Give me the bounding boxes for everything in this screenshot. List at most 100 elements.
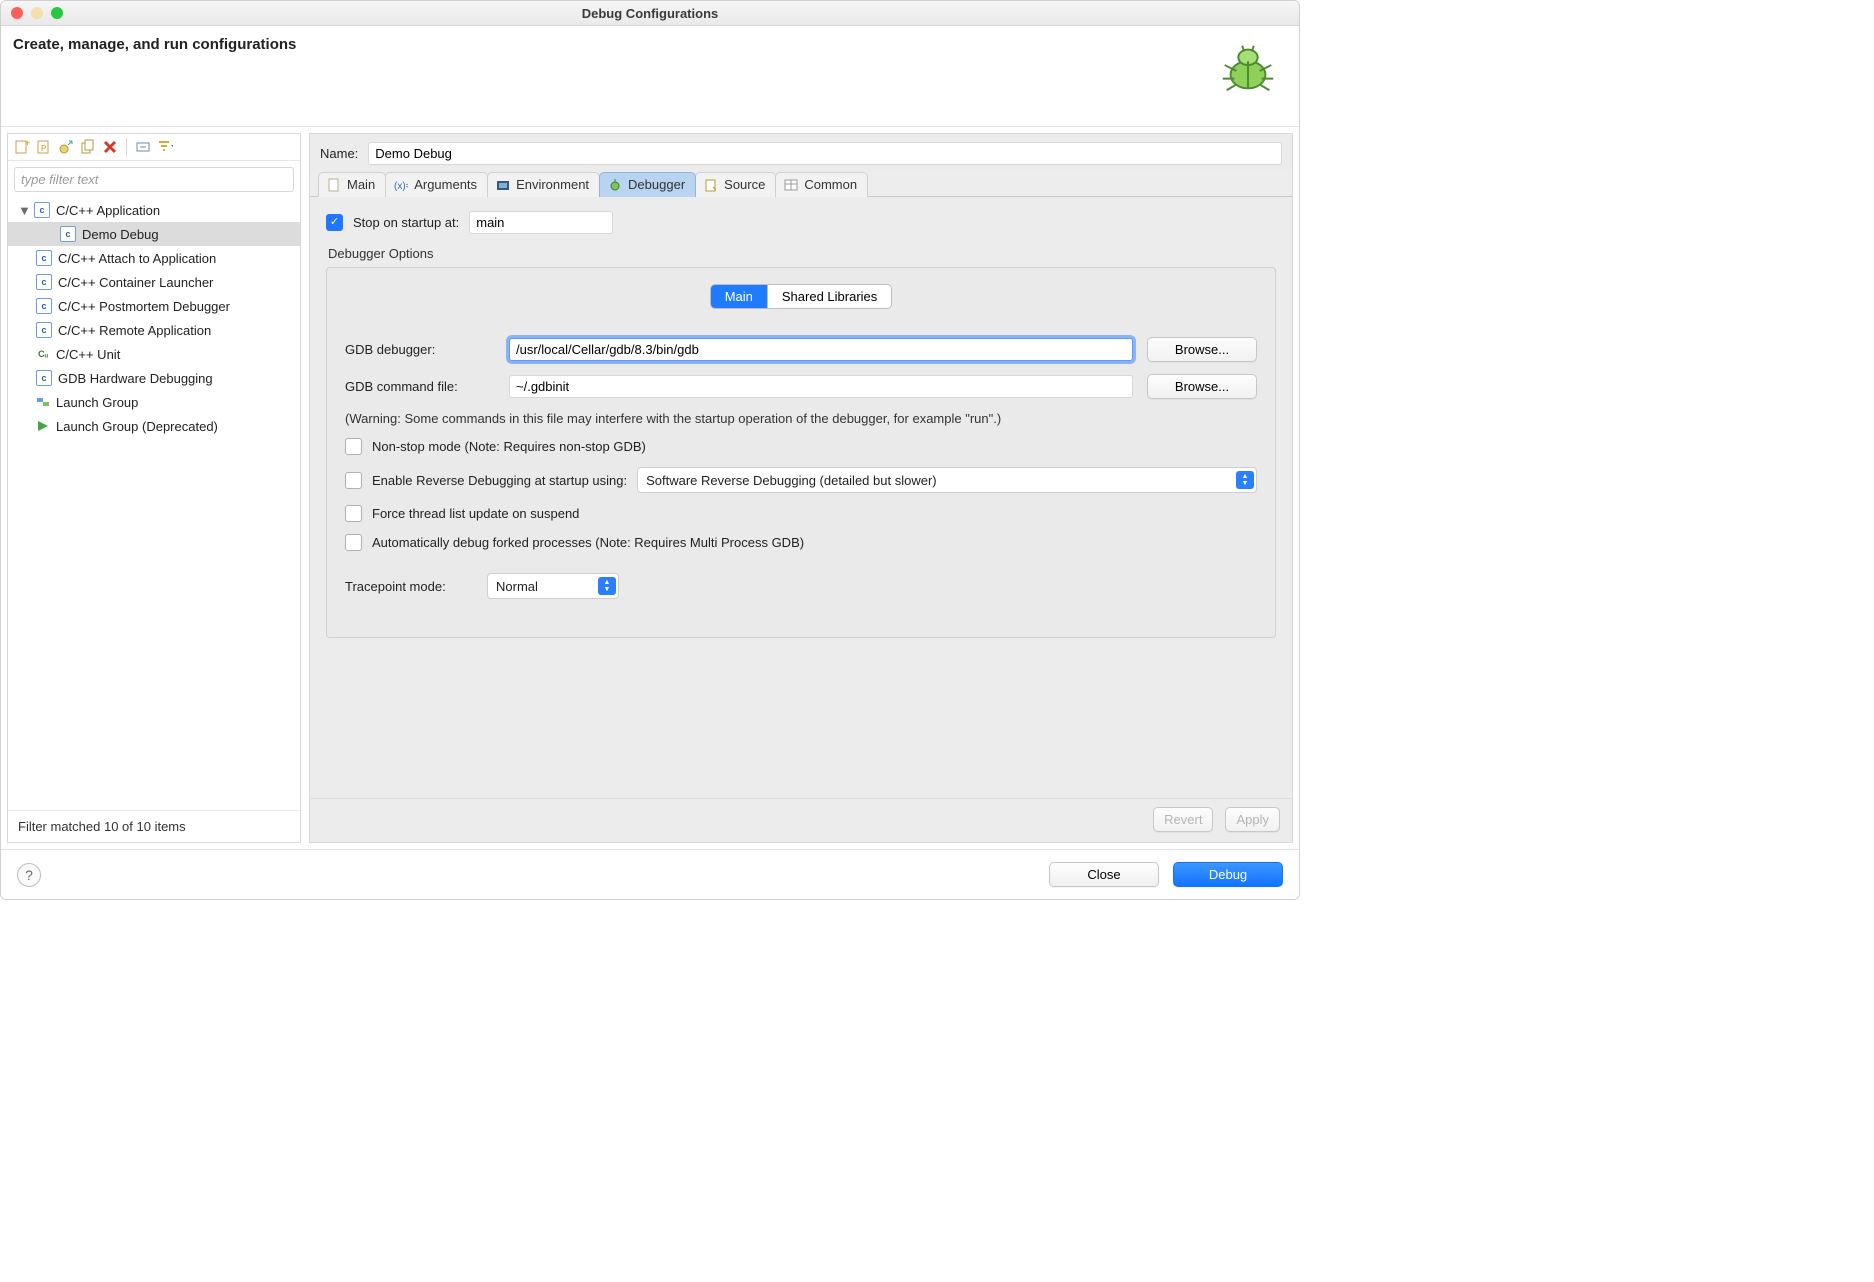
nonstop-label: Non-stop mode (Note: Requires non-stop G…: [372, 439, 646, 454]
tree-item-gdbhw[interactable]: c GDB Hardware Debugging: [8, 366, 300, 390]
debug-button[interactable]: Debug: [1173, 862, 1283, 887]
gdb-command-file-label: GDB command file:: [345, 379, 495, 394]
debugger-subtabs: Main Shared Libraries: [710, 284, 893, 309]
right-panel: Name: Main (x)= Arguments Environment: [309, 133, 1293, 843]
name-label: Name:: [320, 146, 358, 161]
close-button[interactable]: Close: [1049, 862, 1159, 887]
tab-label: Debugger: [628, 177, 685, 192]
gdb-debugger-label: GDB debugger:: [345, 342, 495, 357]
env-icon: [496, 178, 510, 192]
name-input[interactable]: [368, 142, 1282, 165]
tab-debugger[interactable]: Debugger: [599, 172, 696, 197]
tab-environment[interactable]: Environment: [487, 172, 600, 197]
tree-item-label: Launch Group (Deprecated): [56, 419, 218, 434]
filter-input[interactable]: type filter text: [14, 167, 294, 192]
help-icon[interactable]: ?: [17, 863, 41, 887]
left-panel: + P type filter text ▼ c C/C++ Applicati…: [7, 133, 301, 843]
source-icon: [704, 178, 718, 192]
apply-button[interactable]: Apply: [1225, 807, 1280, 832]
tree-item-postmortem[interactable]: c C/C++ Postmortem Debugger: [8, 294, 300, 318]
filter-status: Filter matched 10 of 10 items: [8, 810, 300, 842]
svg-text:(x)=: (x)=: [394, 181, 408, 192]
subtab-main[interactable]: Main: [711, 285, 767, 308]
cu-icon: Cᵤ: [36, 347, 50, 361]
tracepoint-value: Normal: [496, 579, 538, 594]
config-tree[interactable]: ▼ c C/C++ Application c Demo Debug c C/C…: [8, 198, 300, 810]
expand-icon[interactable]: ▼: [18, 203, 28, 218]
nonstop-checkbox[interactable]: [345, 438, 362, 455]
group-icon: [36, 395, 50, 409]
gdb-browse-button[interactable]: Browse...: [1147, 337, 1257, 362]
chevron-updown-icon: ▲▼: [598, 577, 616, 595]
new-prototype-icon[interactable]: P: [36, 139, 52, 155]
reverse-mode-value: Software Reverse Debugging (detailed but…: [646, 473, 937, 488]
autofork-checkbox[interactable]: [345, 534, 362, 551]
tab-arguments[interactable]: (x)= Arguments: [385, 172, 488, 197]
debugger-options-label: Debugger Options: [326, 246, 1276, 267]
subtab-shared-libraries[interactable]: Shared Libraries: [767, 285, 891, 308]
tab-source[interactable]: Source: [695, 172, 776, 197]
tree-item-demo-debug[interactable]: c Demo Debug: [8, 222, 300, 246]
duplicate-icon[interactable]: [80, 139, 96, 155]
chevron-updown-icon: ▲▼: [1236, 471, 1254, 489]
titlebar: Debug Configurations: [1, 1, 1299, 26]
gdbcmd-browse-button[interactable]: Browse...: [1147, 374, 1257, 399]
revert-button[interactable]: Revert: [1153, 807, 1213, 832]
tree-item-remote[interactable]: c C/C++ Remote Application: [8, 318, 300, 342]
left-toolbar: + P: [8, 134, 300, 161]
c-icon: c: [36, 274, 52, 290]
config-tabs: Main (x)= Arguments Environment Debugger…: [310, 171, 1292, 197]
debug-bug-icon: [1217, 36, 1279, 98]
tab-label: Common: [804, 177, 857, 192]
tree-item-label: C/C++ Attach to Application: [58, 251, 216, 266]
tree-item-launch-group-deprecated[interactable]: Launch Group (Deprecated): [8, 414, 300, 438]
autofork-label: Automatically debug forked processes (No…: [372, 535, 804, 550]
debug-config-window: Debug Configurations Create, manage, and…: [0, 0, 1300, 900]
tree-item-label: C/C++ Postmortem Debugger: [58, 299, 230, 314]
debugger-options-group: Debugger Options Main Shared Libraries G…: [326, 246, 1276, 638]
tree-item-unit[interactable]: Cᵤ C/C++ Unit: [8, 342, 300, 366]
export-icon[interactable]: [58, 139, 74, 155]
dialog-footer: ? Close Debug: [1, 849, 1299, 899]
reverse-checkbox[interactable]: [345, 472, 362, 489]
tree-item-container[interactable]: c C/C++ Container Launcher: [8, 270, 300, 294]
tab-label: Source: [724, 177, 765, 192]
debugger-tab-content: Stop on startup at: Debugger Options Mai…: [310, 197, 1292, 798]
tree-item-label: C/C++ Remote Application: [58, 323, 211, 338]
window-title: Debug Configurations: [1, 6, 1299, 21]
reverse-label: Enable Reverse Debugging at startup usin…: [372, 473, 627, 488]
tree-item-cpp-app[interactable]: ▼ c C/C++ Application: [8, 198, 300, 222]
c-icon: c: [60, 226, 76, 242]
c-icon: c: [36, 250, 52, 266]
gdb-debugger-input[interactable]: [509, 338, 1133, 361]
force-thread-checkbox[interactable]: [345, 505, 362, 522]
collapse-all-icon[interactable]: [135, 139, 151, 155]
tab-label: Arguments: [414, 177, 477, 192]
tab-common[interactable]: Common: [775, 172, 868, 197]
c-icon: c: [36, 322, 52, 338]
filter-menu-icon[interactable]: [157, 139, 173, 155]
force-thread-label: Force thread list update on suspend: [372, 506, 579, 521]
reverse-mode-select[interactable]: Software Reverse Debugging (detailed but…: [637, 467, 1257, 493]
tree-item-label: C/C++ Container Launcher: [58, 275, 213, 290]
table-icon: [784, 178, 798, 192]
args-icon: (x)=: [394, 178, 408, 192]
tree-item-attach[interactable]: c C/C++ Attach to Application: [8, 246, 300, 270]
tree-item-label: Launch Group: [56, 395, 138, 410]
tree-item-label: C/C++ Unit: [56, 347, 120, 362]
tree-item-launch-group[interactable]: Launch Group: [8, 390, 300, 414]
tree-item-label: Demo Debug: [82, 227, 159, 242]
stop-on-startup-checkbox[interactable]: [326, 214, 343, 231]
dialog-body: + P type filter text ▼ c C/C++ Applicati…: [1, 127, 1299, 849]
delete-icon[interactable]: [102, 139, 118, 155]
tree-item-label: GDB Hardware Debugging: [58, 371, 213, 386]
c-icon: c: [36, 298, 52, 314]
gdb-command-file-input[interactable]: [509, 375, 1133, 398]
toolbar-separator: [126, 138, 127, 156]
c-icon: c: [34, 202, 50, 218]
tab-main[interactable]: Main: [318, 172, 386, 197]
stop-on-startup-input[interactable]: [469, 211, 613, 234]
new-config-icon[interactable]: +: [14, 139, 30, 155]
tracepoint-select[interactable]: Normal ▲▼: [487, 573, 619, 599]
svg-text:P: P: [41, 144, 46, 153]
